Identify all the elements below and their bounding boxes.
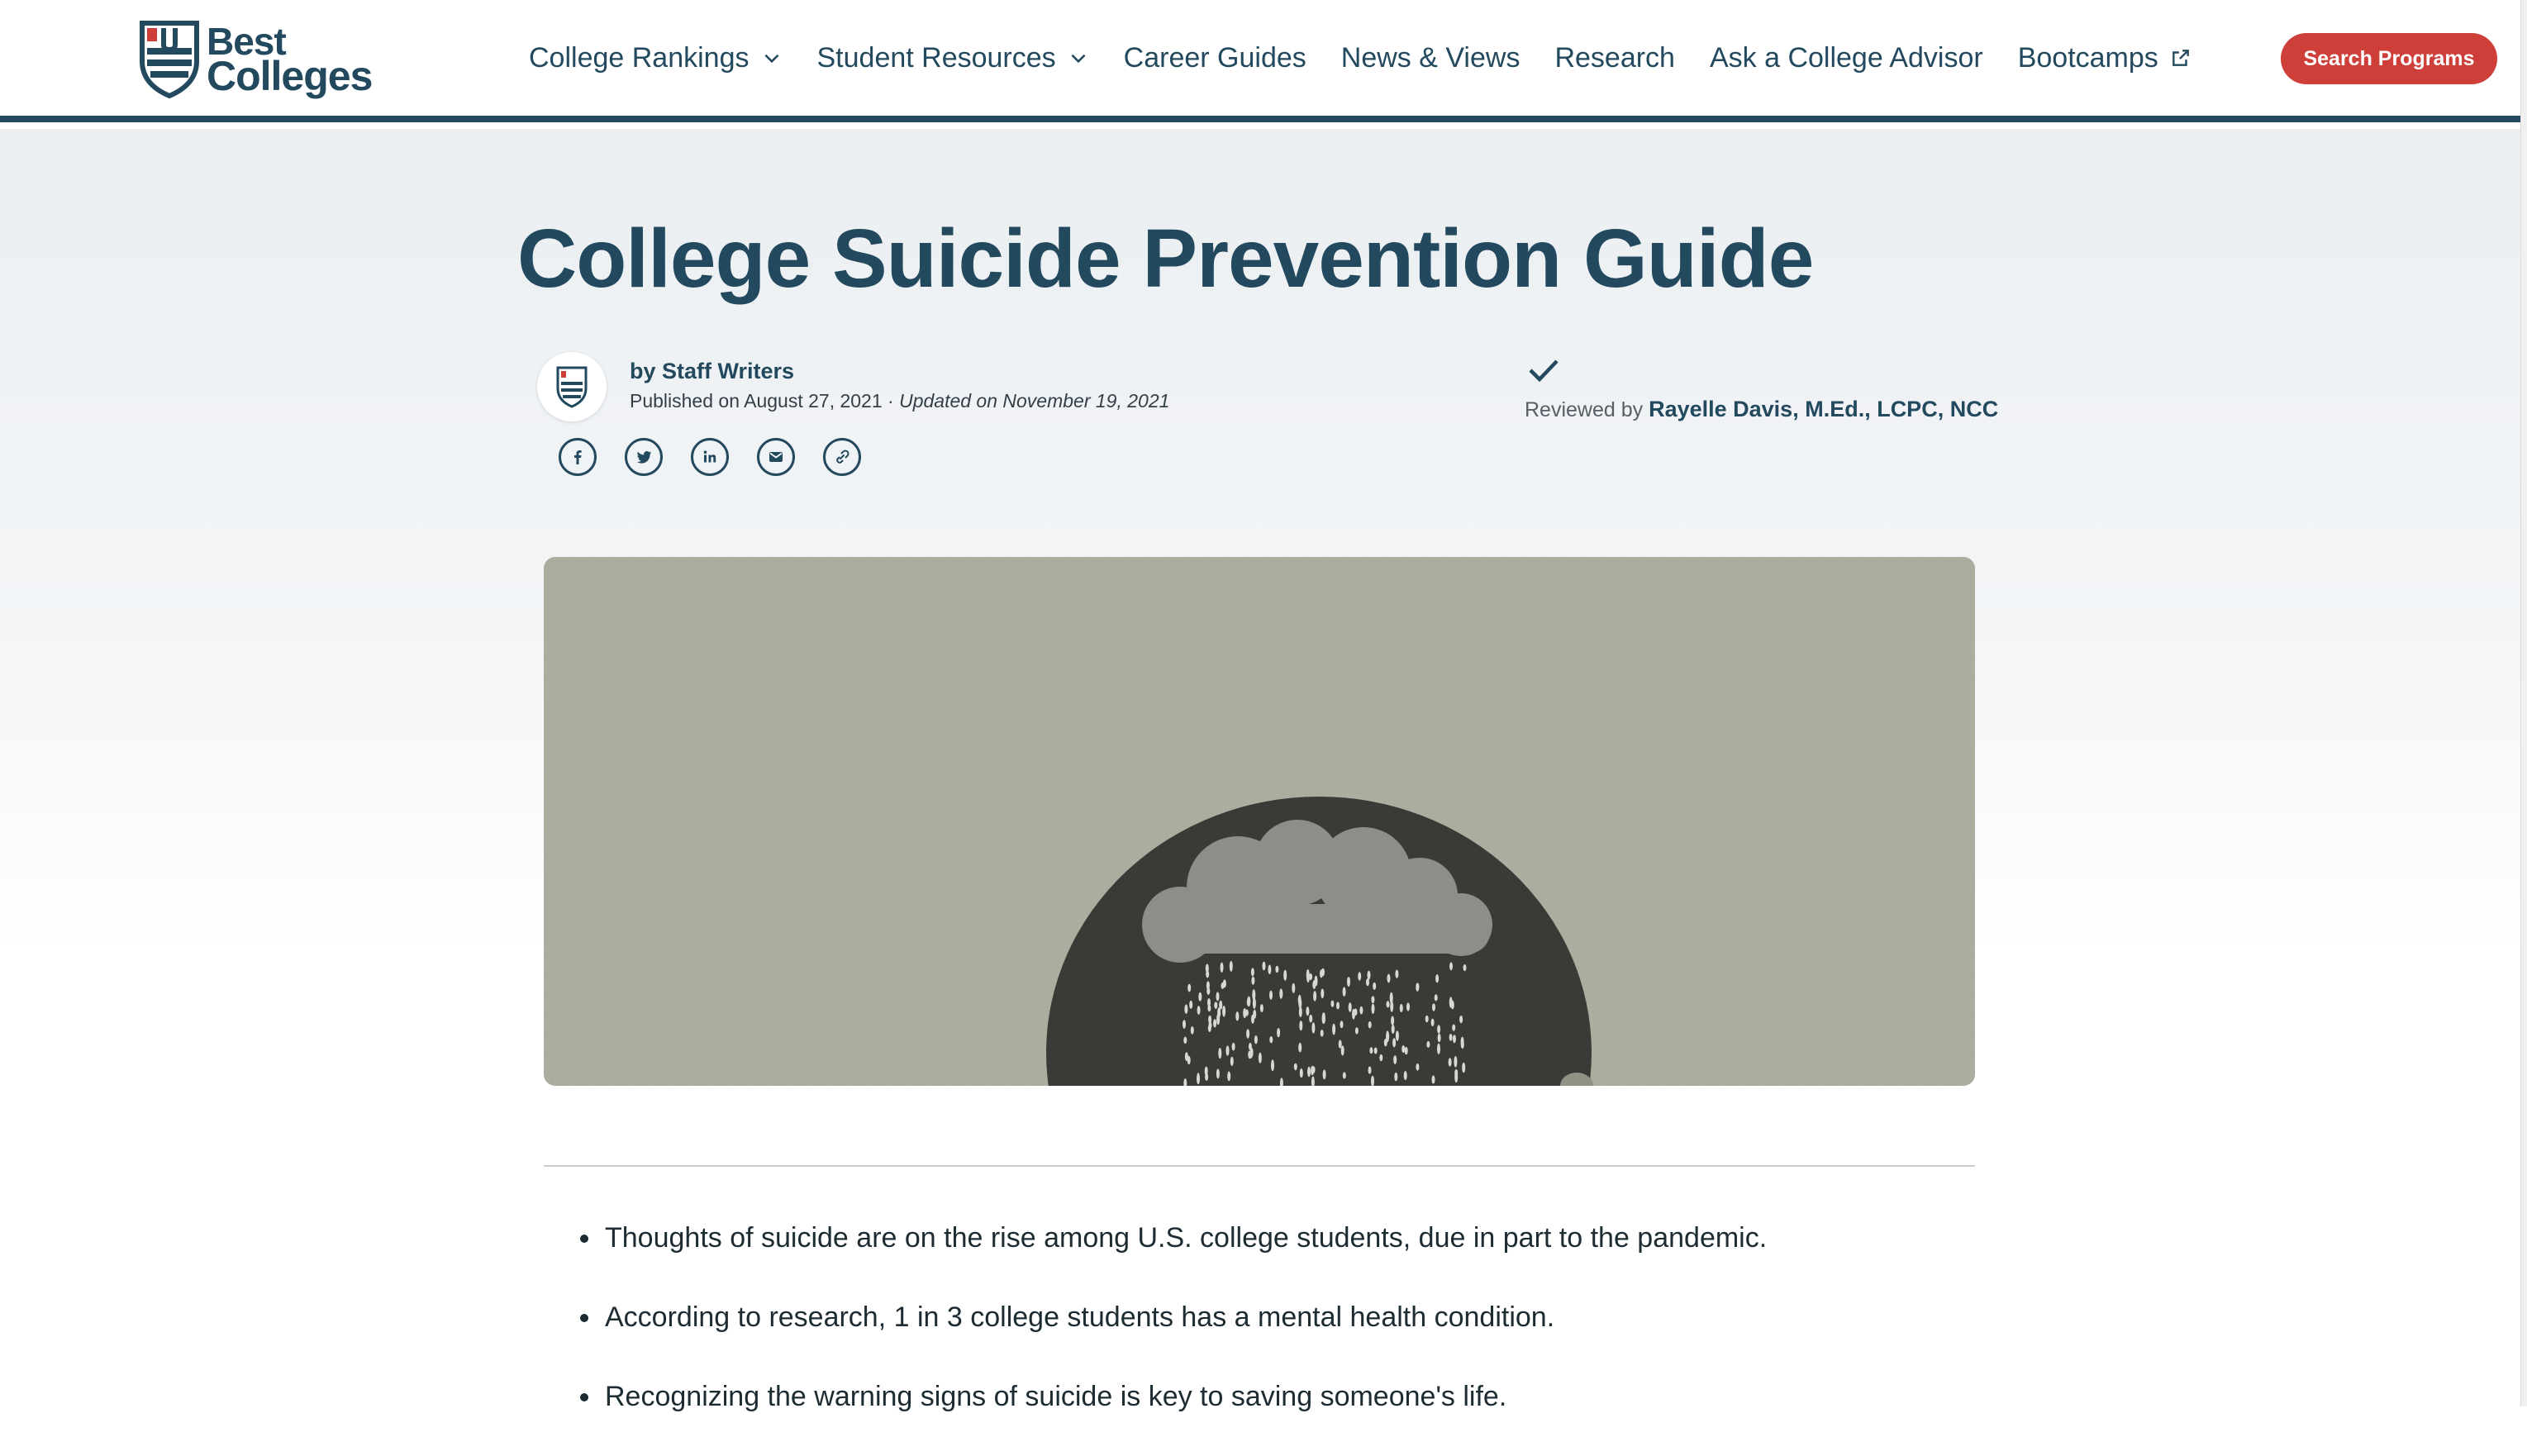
list-item: Recognizing the warning signs of suicide… (578, 1377, 1901, 1416)
site-header: Best Colleges College Rankings Student R… (0, 0, 2520, 122)
share-linkedin-button[interactable] (691, 438, 729, 476)
email-icon (769, 452, 783, 462)
twitter-icon (636, 450, 651, 464)
nav-student-resources[interactable]: Student Resources (817, 42, 1089, 74)
reviewed-by: Reviewed by Rayelle Davis, M.Ed., LCPC, … (1525, 397, 1998, 422)
nav-ask-college-advisor[interactable]: Ask a College Advisor (1710, 42, 1983, 74)
share-buttons (559, 438, 861, 476)
reviewed-prefix: Reviewed by (1525, 398, 1649, 421)
linkedin-icon (703, 450, 716, 463)
reviewer-name[interactable]: Rayelle Davis, M.Ed., LCPC, NCC (1649, 397, 1998, 421)
nav-bootcamps[interactable]: Bootcamps (2018, 42, 2191, 74)
external-link-icon (2172, 50, 2189, 66)
author-byline[interactable]: by Staff Writers (630, 359, 794, 384)
facebook-icon (574, 450, 582, 464)
publish-dates: Published on August 27, 2021 · Updated o… (630, 390, 1169, 412)
shield-logo-icon (140, 21, 199, 99)
logo-text-line2: Colleges (207, 53, 373, 99)
chevron-down-icon (764, 54, 779, 64)
list-item: According to research, 1 in 3 college st… (578, 1297, 1901, 1337)
nav-career-guides[interactable]: Career Guides (1124, 42, 1306, 74)
published-date: Published on August 27, 2021 · (630, 390, 900, 412)
search-programs-button[interactable]: Search Programs (2281, 33, 2497, 84)
content-divider (544, 1165, 1975, 1167)
nav-news-views[interactable]: News & Views (1341, 42, 1520, 74)
share-twitter-button[interactable] (625, 438, 663, 476)
shield-logo-icon (556, 366, 588, 408)
share-facebook-button[interactable] (559, 438, 597, 476)
main-nav: College Rankings Student Resources Caree… (529, 33, 2226, 83)
key-takeaways-list: Thoughts of suicide are on the rise amon… (578, 1218, 1901, 1456)
rain-cloud-head-illustration (544, 557, 1975, 1086)
updated-date: Updated on November 19, 2021 (899, 390, 1170, 412)
link-icon (836, 450, 849, 464)
article-page: College Suicide Prevention Guide by Staf… (0, 129, 2520, 1412)
check-icon (1529, 359, 1559, 383)
chevron-down-icon (1071, 54, 1086, 64)
nav-research[interactable]: Research (1554, 42, 1675, 74)
author-avatar (537, 352, 607, 421)
page-title: College Suicide Prevention Guide (517, 212, 1814, 305)
hero-image (544, 557, 1975, 1086)
share-copy-link-button[interactable] (823, 438, 861, 476)
nav-college-rankings[interactable]: College Rankings (529, 42, 783, 74)
page-scrollbar[interactable] (2520, 0, 2527, 1406)
list-item: Thoughts of suicide are on the rise amon… (578, 1218, 1901, 1258)
share-email-button[interactable] (757, 438, 795, 476)
bestcolleges-logo[interactable]: Best Colleges (139, 17, 373, 101)
